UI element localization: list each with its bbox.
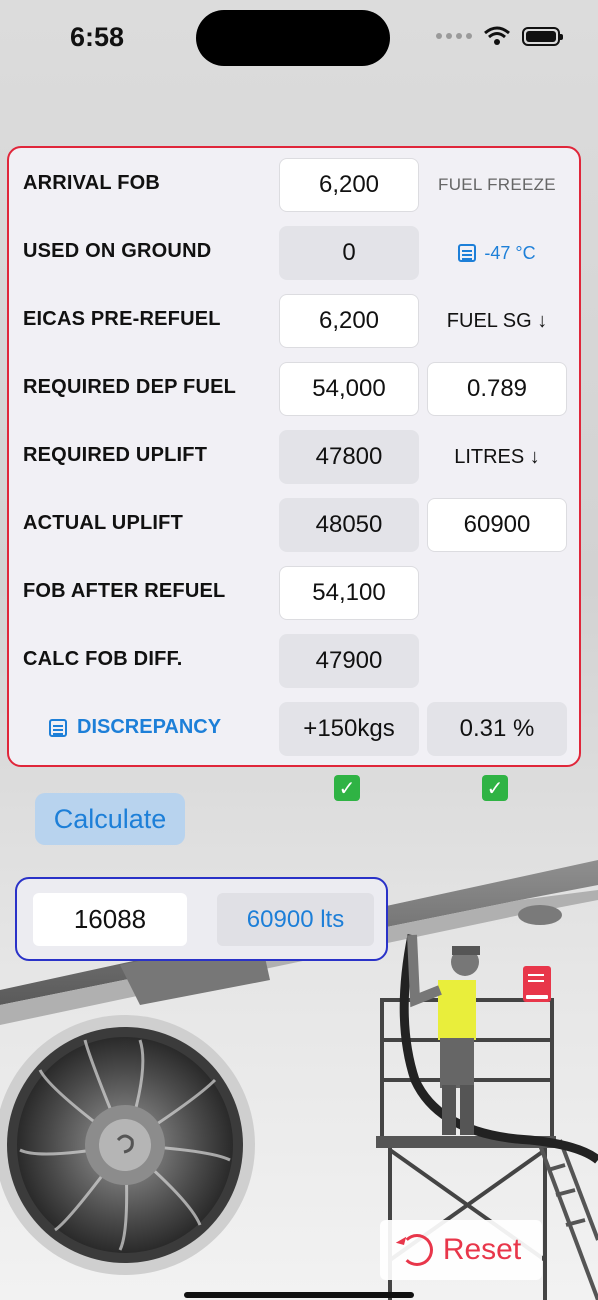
litres-dropdown[interactable]: LITRES ↓ — [427, 430, 567, 484]
dynamic-island — [196, 10, 390, 66]
row-discrepancy: DISCREPANCY +150kgs 0.31 % — [9, 702, 583, 756]
row-calc-fob-diff: CALC FOB DIFF. 47900 — [9, 634, 583, 688]
fob-after-refuel-label: FOB AFTER REFUEL — [23, 580, 226, 602]
actual-uplift-value: 48050 — [279, 498, 419, 552]
row-arrival-fob: ARRIVAL FOB 6,200 FUEL FREEZE — [9, 158, 583, 212]
arrival-fob-input[interactable]: 6,200 — [279, 158, 419, 212]
fuel-freeze-temp-link[interactable]: -47 °C — [427, 226, 567, 280]
litres-input[interactable]: 60900 — [427, 498, 567, 552]
app-screen: 6:58 ARRIVAL FOB 6,200 FUEL FREEZE USED … — [0, 0, 598, 1300]
row-fob-after-refuel: FOB AFTER REFUEL 54,100 — [9, 566, 583, 620]
required-uplift-value: 47800 — [279, 430, 419, 484]
arrival-fob-label: ARRIVAL FOB — [23, 172, 161, 194]
actual-uplift-label: ACTUAL UPLIFT — [23, 512, 183, 534]
discrepancy-percent: 0.31 % — [427, 702, 567, 756]
fob-after-refuel-input[interactable]: 54,100 — [279, 566, 419, 620]
required-dep-fuel-input[interactable]: 54,000 — [279, 362, 419, 416]
calc-fob-diff-label: CALC FOB DIFF. — [23, 648, 183, 670]
row-eicas-pre-refuel: EICAS PRE-REFUEL 6,200 FUEL SG ↓ — [9, 294, 583, 348]
battery-icon — [522, 26, 563, 46]
calculate-button[interactable]: Calculate — [35, 793, 185, 845]
used-on-ground-label: USED ON GROUND — [23, 240, 212, 262]
calc-fob-diff-value: 47900 — [279, 634, 419, 688]
status-time: 6:58 — [70, 22, 125, 52]
eicas-pre-refuel-input[interactable]: 6,200 — [279, 294, 419, 348]
signal-icon — [436, 33, 472, 39]
row-required-uplift: REQUIRED UPLIFT 47800 LITRES ↓ — [9, 430, 583, 484]
reset-button[interactable]: Reset — [380, 1220, 542, 1280]
rotate-ccw-icon — [400, 1234, 433, 1266]
checkmark-icon: ✓ — [334, 775, 360, 801]
row-required-dep-fuel: REQUIRED DEP FUEL 54,000 0.789 — [9, 362, 583, 416]
eicas-pre-refuel-label: EICAS PRE-REFUEL — [23, 308, 221, 330]
reset-label: Reset — [442, 1233, 522, 1266]
checkmark-icon: ✓ — [482, 775, 508, 801]
fuel-sg-input[interactable]: 0.789 — [427, 362, 567, 416]
discrepancy-kgs: +150kgs — [279, 702, 419, 756]
book-icon[interactable] — [523, 966, 551, 1002]
doc-text-icon — [49, 718, 67, 737]
result-litres-button[interactable]: 60900 lts — [217, 893, 374, 946]
doc-text-icon — [458, 244, 477, 262]
wifi-icon — [484, 26, 510, 45]
fuel-freeze-temp: -47 °C — [484, 242, 536, 263]
result-input[interactable]: 16088 — [33, 893, 187, 946]
home-indicator[interactable] — [184, 1292, 414, 1298]
used-on-ground-value: 0 — [279, 226, 419, 280]
discrepancy-link[interactable]: DISCREPANCY — [49, 716, 221, 739]
result-card: 16088 60900 lts — [15, 877, 388, 961]
fuel-freeze-label: FUEL FREEZE — [438, 175, 556, 194]
row-used-on-ground: USED ON GROUND 0 -47 °C — [9, 226, 583, 280]
required-uplift-label: REQUIRED UPLIFT — [23, 444, 208, 466]
fuel-sg-dropdown[interactable]: FUEL SG ↓ — [427, 294, 567, 348]
fuel-calc-card: ARRIVAL FOB 6,200 FUEL FREEZE USED ON GR… — [7, 146, 581, 767]
row-actual-uplift: ACTUAL UPLIFT 48050 60900 — [9, 498, 583, 552]
discrepancy-label: DISCREPANCY — [77, 716, 222, 738]
required-dep-fuel-label: REQUIRED DEP FUEL — [23, 376, 237, 398]
status-icons — [436, 26, 563, 46]
